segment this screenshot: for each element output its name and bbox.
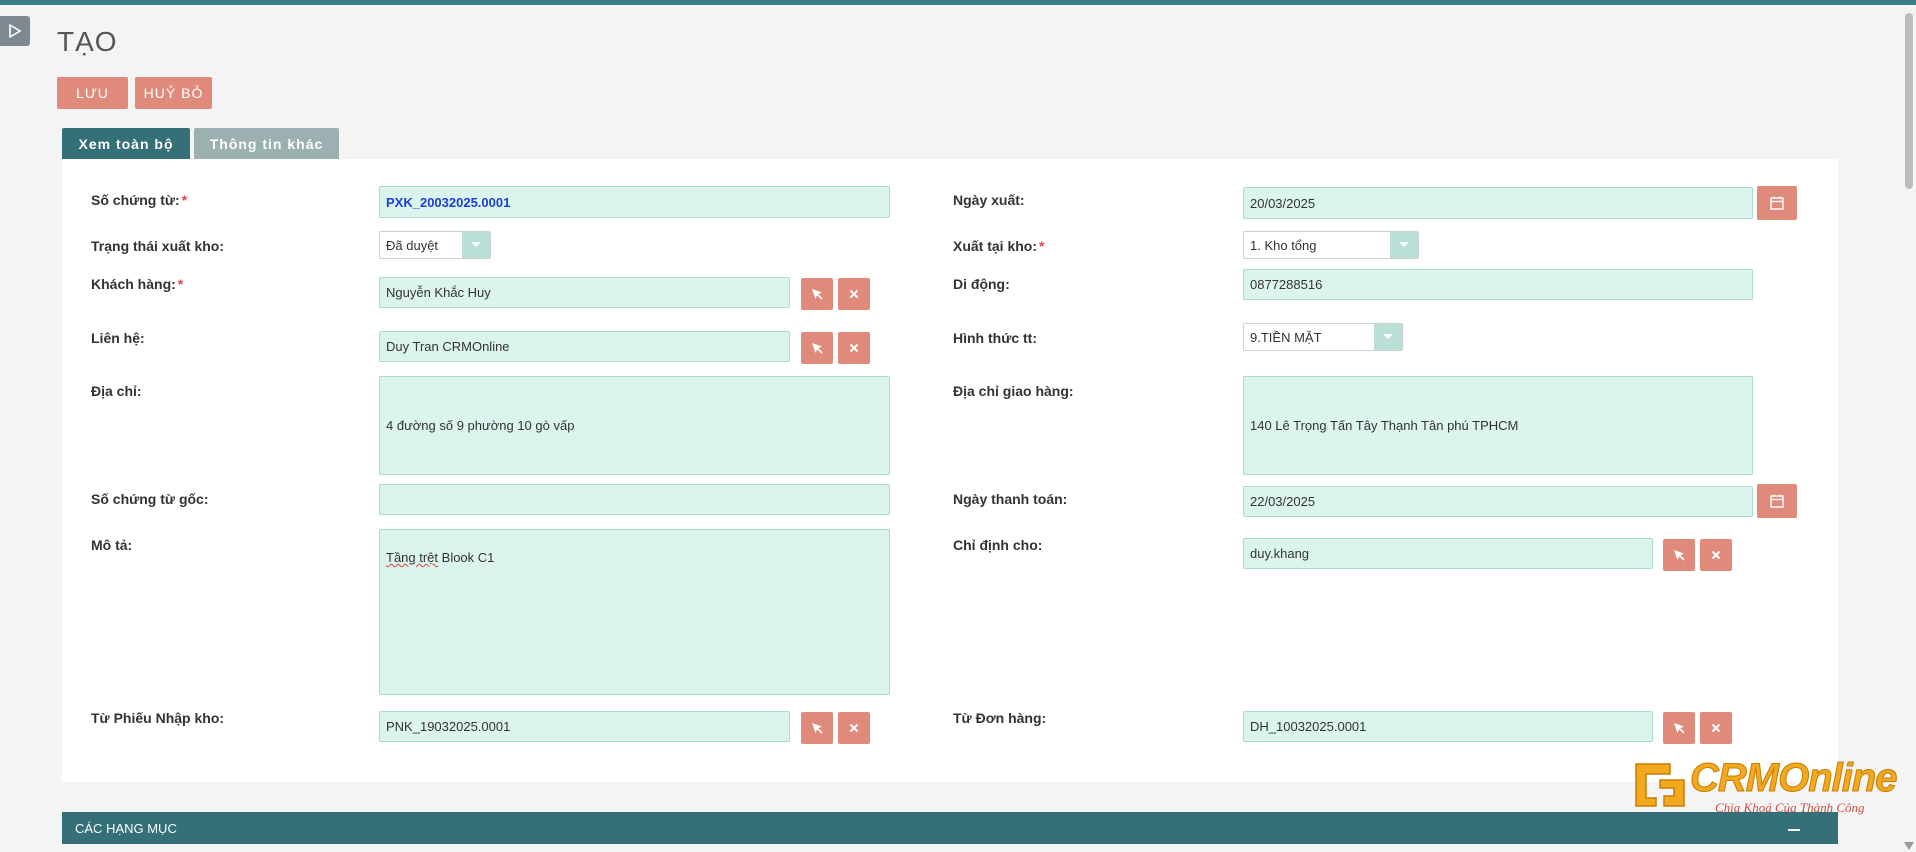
top-accent-bar xyxy=(0,0,1916,5)
cursor-arrow-icon xyxy=(1674,550,1685,561)
calendar-icon xyxy=(1770,196,1784,210)
form-panel: Số chứng từ: * PXK_20032025.0001 Ngày xuấ… xyxy=(62,159,1838,782)
close-icon xyxy=(1711,550,1721,560)
customer-clear-button[interactable] xyxy=(838,278,870,310)
address-textarea[interactable]: 4 đường số 9 phường 10 gò vấp xyxy=(379,376,890,475)
logo-brand: CRMOnline xyxy=(1690,756,1899,801)
from-receipt-label: Từ Phiếu Nhập kho: xyxy=(91,710,225,726)
export-date-calendar-button[interactable] xyxy=(1757,186,1797,220)
chevron-down-icon xyxy=(1374,324,1402,350)
cursor-arrow-icon xyxy=(812,343,823,354)
cursor-arrow-icon xyxy=(812,723,823,734)
contact-clear-button[interactable] xyxy=(838,332,870,364)
calendar-icon xyxy=(1770,494,1784,508)
scroll-down-arrow-icon[interactable] xyxy=(1904,842,1914,850)
from-order-label: Từ Đơn hàng: xyxy=(953,710,1047,726)
assigned-to-field[interactable]: duy.khang xyxy=(1243,538,1653,569)
from-order-select-button[interactable] xyxy=(1663,712,1695,744)
export-status-label: Trạng thái xuất kho: xyxy=(91,238,225,254)
cancel-button[interactable]: HUỶ BỎ xyxy=(135,77,212,109)
vertical-scrollbar[interactable] xyxy=(1902,5,1916,852)
logo-mark-icon xyxy=(1635,763,1685,807)
chevron-down-icon xyxy=(462,232,490,258)
tab-other-info[interactable]: Thông tin khác xyxy=(194,128,339,160)
export-status-select[interactable]: Đã duyệt xyxy=(379,231,491,259)
chevron-down-icon xyxy=(1390,232,1418,258)
doc-number-field[interactable]: PXK_20032025.0001 xyxy=(379,186,890,218)
collapse-icon[interactable] xyxy=(1788,820,1802,836)
original-doc-label: Số chứng từ gốc: xyxy=(91,491,209,507)
customer-select-button[interactable] xyxy=(801,278,833,310)
description-text-underlined: Tầng trệt xyxy=(386,550,439,565)
contact-select-button[interactable] xyxy=(801,332,833,364)
payment-method-value: 9.TIỀN MẶT xyxy=(1250,329,1322,345)
save-button[interactable]: LƯU xyxy=(57,77,128,109)
payment-date-field[interactable]: 22/03/2025 xyxy=(1243,486,1753,517)
mobile-label: Di động: xyxy=(953,276,1010,292)
description-textarea[interactable]: Tầng trệt Blook C1 xyxy=(379,529,890,695)
items-section-title: CÁC HẠNG MỤC xyxy=(75,820,177,836)
close-icon xyxy=(849,723,859,733)
from-receipt-select-button[interactable] xyxy=(801,712,833,744)
export-status-value: Đã duyệt xyxy=(386,237,439,253)
address-label: Địa chỉ: xyxy=(91,383,142,399)
customer-label: Khách hàng: * xyxy=(91,276,184,292)
close-icon xyxy=(849,343,859,353)
sidebar-toggle-button[interactable] xyxy=(0,16,30,46)
export-warehouse-value: 1. Kho tổng xyxy=(1250,237,1317,253)
payment-method-select[interactable]: 9.TIỀN MẶT xyxy=(1243,323,1403,351)
from-receipt-field[interactable]: PNK_19032025.0001 xyxy=(379,711,790,742)
export-date-label: Ngày xuất: xyxy=(953,192,1025,208)
description-text: Blook C1 xyxy=(438,550,495,565)
description-label: Mô tả: xyxy=(91,537,133,553)
payment-method-label: Hình thức tt: xyxy=(953,330,1038,346)
page-title: TẠO xyxy=(57,26,118,57)
delivery-address-label: Địa chỉ giao hàng: xyxy=(953,383,1074,399)
crmonline-logo: CRMOnline Chìa Khoá Của Thành Công xyxy=(1630,756,1916,816)
original-doc-field[interactable] xyxy=(379,484,890,515)
close-icon xyxy=(1711,723,1721,733)
logo-slogan: Chìa Khoá Của Thành Công xyxy=(1715,800,1865,815)
cursor-arrow-icon xyxy=(812,289,823,300)
tab-view-all[interactable]: Xem toàn bộ xyxy=(62,128,190,160)
close-icon xyxy=(849,289,859,299)
contact-label: Liên hệ: xyxy=(91,330,145,346)
from-order-field[interactable]: DH_10032025.0001 xyxy=(1243,711,1653,742)
from-order-clear-button[interactable] xyxy=(1700,712,1732,744)
export-date-field[interactable]: 20/03/2025 xyxy=(1243,187,1753,219)
cursor-arrow-icon xyxy=(1674,723,1685,734)
export-warehouse-label: Xuất tại kho: * xyxy=(953,238,1045,254)
contact-field[interactable]: Duy Tran CRMOnline xyxy=(379,331,790,362)
doc-number-label: Số chứng từ: * xyxy=(91,192,188,208)
items-section-header[interactable]: CÁC HẠNG MỤC xyxy=(62,812,1838,844)
delivery-address-textarea[interactable]: 140 Lê Trọng Tấn Tây Thạnh Tân phú TPHCM xyxy=(1243,376,1753,475)
mobile-field[interactable]: 0877288516 xyxy=(1243,269,1753,300)
payment-date-calendar-button[interactable] xyxy=(1757,484,1797,518)
assigned-to-clear-button[interactable] xyxy=(1700,539,1732,571)
payment-date-label: Ngày thanh toán: xyxy=(953,491,1068,507)
customer-field[interactable]: Nguyễn Khắc Huy xyxy=(379,277,790,308)
scrollbar-thumb[interactable] xyxy=(1905,13,1913,189)
play-icon xyxy=(9,24,22,38)
from-receipt-clear-button[interactable] xyxy=(838,712,870,744)
export-warehouse-select[interactable]: 1. Kho tổng xyxy=(1243,231,1419,259)
assigned-to-label: Chỉ định cho: xyxy=(953,537,1043,553)
assigned-to-select-button[interactable] xyxy=(1663,539,1695,571)
